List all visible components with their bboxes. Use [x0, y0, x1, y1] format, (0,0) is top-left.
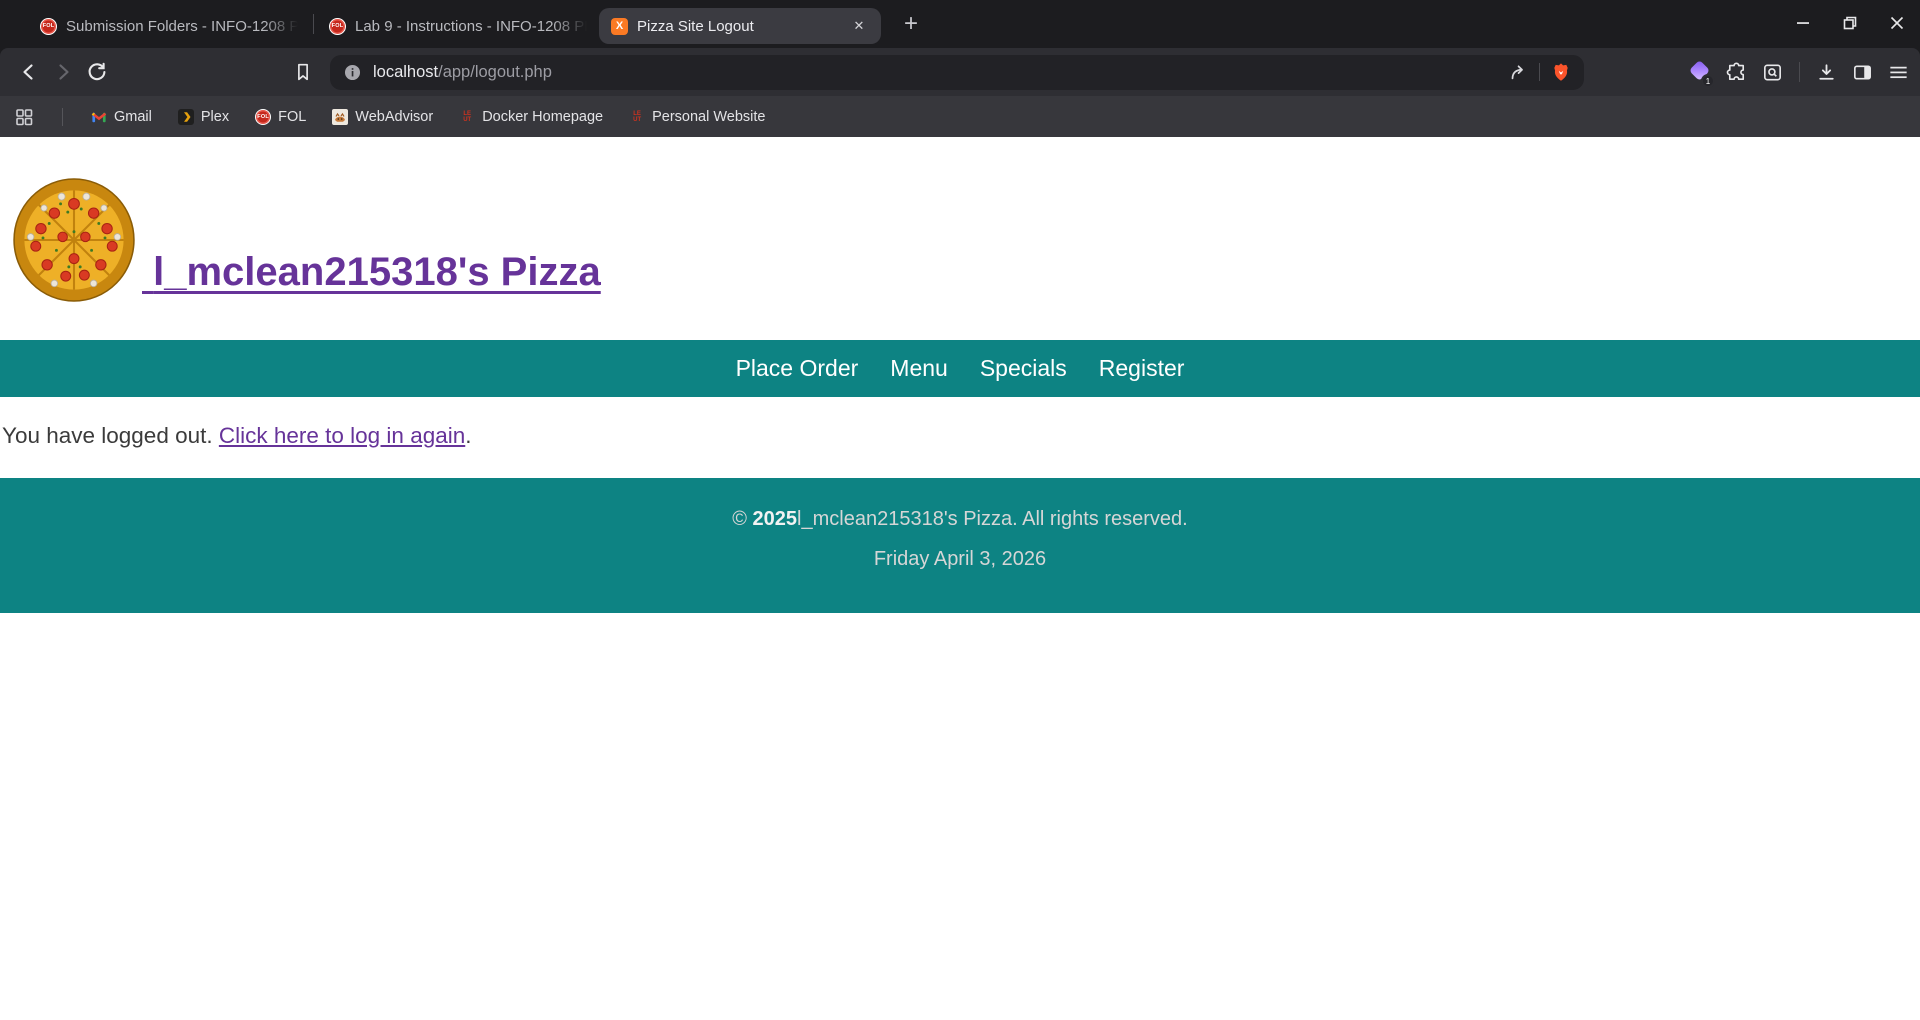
copyright-year: 2025	[753, 508, 798, 530]
restore-button[interactable]	[1826, 0, 1873, 46]
logout-period: .	[465, 423, 471, 448]
site-footer: © 2025l_mclean215318's Pizza. All rights…	[0, 478, 1920, 613]
red-letters-icon: LEUT	[629, 109, 645, 125]
tab-submission-folders[interactable]: FOL Submission Folders - INFO-1208 PHP	[28, 8, 310, 44]
site-info-icon[interactable]	[342, 62, 363, 83]
share-icon[interactable]	[1507, 61, 1529, 83]
bookmark-webadvisor[interactable]: WebAdvisor	[332, 109, 433, 125]
sidebar-search-icon[interactable]	[1761, 61, 1784, 84]
toolbar-right-cluster: 1	[1688, 60, 1910, 84]
login-again-link[interactable]: Click here to log in again	[219, 423, 465, 448]
bookmark-label: FOL	[278, 109, 306, 125]
nav-specials[interactable]: Specials	[980, 355, 1067, 382]
back-button[interactable]	[12, 55, 46, 89]
nav-menu[interactable]: Menu	[890, 355, 948, 382]
sidebar-toggle-icon[interactable]	[1851, 61, 1874, 84]
reload-button[interactable]	[80, 55, 114, 89]
bookmark-label: Personal Website	[652, 109, 765, 125]
bookmark-personal-website[interactable]: LEUT Personal Website	[629, 109, 765, 125]
pizza-logo	[12, 178, 136, 302]
address-bar[interactable]: localhost/app/logout.php	[330, 55, 1584, 90]
logout-message: You have logged out. Click here to log i…	[2, 423, 1920, 449]
tab-lab9-instructions[interactable]: FOL Lab 9 - Instructions - INFO-1208 PHP	[317, 8, 599, 44]
site-header: l_mclean215318's Pizza	[0, 137, 1920, 302]
bookmark-label: Docker Homepage	[482, 109, 603, 125]
toolbar: localhost/app/logout.php 1	[0, 48, 1920, 96]
window-controls	[1779, 0, 1920, 48]
tab-title: Lab 9 - Instructions - INFO-1208 PHP	[355, 18, 587, 35]
site-title: l_mclean215318's Pizza	[153, 250, 601, 294]
brave-shields-icon[interactable]	[1550, 61, 1572, 83]
divider	[62, 108, 63, 126]
plex-icon	[178, 109, 194, 125]
red-letters-icon: LEUT	[459, 109, 475, 125]
fol-icon: FOL	[255, 109, 271, 125]
divider	[1539, 63, 1540, 81]
bookmark-label: Gmail	[114, 109, 152, 125]
minimize-button[interactable]	[1779, 0, 1826, 46]
xampp-favicon-icon: X	[611, 18, 628, 35]
url-text[interactable]: localhost/app/logout.php	[373, 63, 1507, 82]
copyright-line: © 2025l_mclean215318's Pizza. All rights…	[0, 508, 1920, 531]
webadvisor-icon	[332, 109, 348, 125]
nav-register[interactable]: Register	[1099, 355, 1185, 382]
browser-chrome: FOL Submission Folders - INFO-1208 PHP F…	[0, 0, 1920, 137]
fol-favicon-icon: FOL	[329, 18, 346, 35]
new-tab-button[interactable]: +	[895, 8, 927, 40]
bookmark-docker-homepage[interactable]: LEUT Docker Homepage	[459, 109, 603, 125]
divider	[1799, 62, 1800, 82]
footer-date: Friday April 3, 2026	[0, 548, 1920, 571]
bookmarks-bar: Gmail Plex FOL FOL	[0, 96, 1920, 137]
main-nav: Place Order Menu Specials Register	[0, 340, 1920, 397]
tab-pizza-site-logout[interactable]: X Pizza Site Logout ✕	[599, 8, 881, 44]
close-window-button[interactable]	[1873, 0, 1920, 46]
bookmark-label: WebAdvisor	[355, 109, 433, 125]
bookmark-plex[interactable]: Plex	[178, 109, 229, 125]
tab-close-icon[interactable]: ✕	[849, 16, 869, 36]
bookmark-label: Plex	[201, 109, 229, 125]
url-path: /app/logout.php	[438, 63, 552, 81]
password-extension-icon[interactable]: 1	[1688, 60, 1712, 84]
tab-divider	[313, 14, 314, 34]
extensions-puzzle-icon[interactable]	[1725, 61, 1748, 84]
toolbar-card: localhost/app/logout.php 1	[0, 48, 1920, 137]
extension-badge: 1	[1701, 74, 1715, 88]
tab-title: Pizza Site Logout	[637, 18, 836, 35]
gmail-icon	[91, 109, 107, 125]
url-host: localhost	[373, 63, 438, 81]
downloads-icon[interactable]	[1815, 61, 1838, 84]
apps-grid-icon[interactable]	[14, 107, 34, 127]
bookmark-fol[interactable]: FOL FOL	[255, 109, 306, 125]
forward-button[interactable]	[46, 55, 80, 89]
site-title-link[interactable]: l_mclean215318's Pizza	[142, 252, 601, 302]
page-content: l_mclean215318's Pizza Place Order Menu …	[0, 137, 1920, 613]
nav-place-order[interactable]: Place Order	[736, 355, 859, 382]
logout-text: You have logged out.	[2, 423, 219, 448]
bookmark-icon[interactable]	[286, 55, 320, 89]
bookmark-gmail[interactable]: Gmail	[91, 109, 152, 125]
fol-favicon-icon: FOL	[40, 18, 57, 35]
tab-strip: FOL Submission Folders - INFO-1208 PHP F…	[0, 0, 1920, 48]
tab-title: Submission Folders - INFO-1208 PHP	[66, 18, 298, 35]
menu-hamburger-icon[interactable]	[1887, 61, 1910, 84]
